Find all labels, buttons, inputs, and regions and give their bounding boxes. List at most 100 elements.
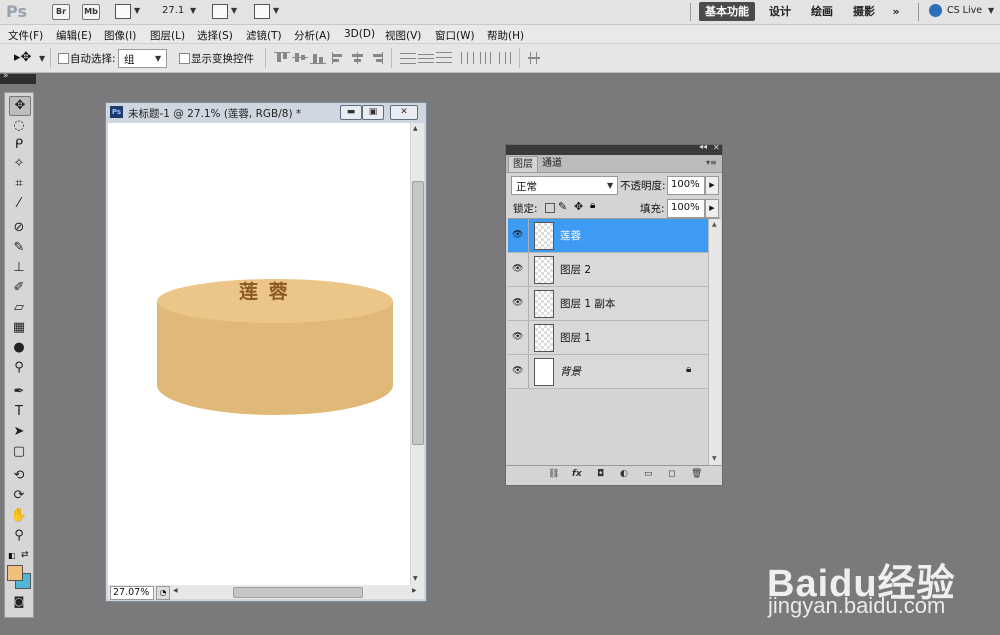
maximize-icon[interactable]: ▣ bbox=[362, 105, 384, 120]
zoom-level[interactable]: 27.1 bbox=[162, 5, 184, 16]
align-bottom-icon[interactable] bbox=[310, 52, 326, 64]
move-tool-icon[interactable]: ✥ bbox=[9, 96, 31, 116]
zoom-dropdown-icon[interactable]: ▼ bbox=[190, 6, 196, 15]
menu-view[interactable]: 视图(V) bbox=[385, 28, 421, 43]
new-group-icon[interactable]: ▭ bbox=[644, 469, 653, 479]
scroll-down-icon[interactable]: ▼ bbox=[413, 575, 418, 582]
toolbox-header[interactable]: » bbox=[0, 71, 36, 84]
lock-all-icon[interactable]: 🔒︎ bbox=[590, 200, 595, 211]
auto-select-checkbox[interactable] bbox=[58, 53, 69, 64]
zoom-tool-icon[interactable]: ⚲ bbox=[9, 527, 29, 545]
crop-tool-icon[interactable]: ⌗ bbox=[9, 175, 29, 193]
scroll-down-icon[interactable]: ▼ bbox=[712, 455, 717, 462]
distribute-right-icon[interactable] bbox=[496, 52, 512, 64]
lock-transparency-icon[interactable] bbox=[545, 203, 555, 213]
marquee-tool-icon[interactable]: ◌ bbox=[9, 117, 29, 135]
swap-colors-icon[interactable]: ⇄ bbox=[21, 550, 29, 560]
brush-tool-icon[interactable]: ✎ bbox=[9, 239, 29, 257]
adjustment-layer-icon[interactable]: ◐ bbox=[620, 469, 628, 479]
new-layer-icon[interactable]: ◻ bbox=[668, 469, 675, 479]
foreground-color-swatch[interactable] bbox=[7, 565, 23, 581]
eraser-tool-icon[interactable]: ▱ bbox=[9, 299, 29, 317]
cs-live-dropdown-icon[interactable]: ▼ bbox=[988, 6, 994, 15]
collapse-panel-icon[interactable]: ◂◂ bbox=[699, 142, 707, 151]
menu-filter[interactable]: 滤镜(T) bbox=[246, 28, 282, 43]
align-horizontal-center-icon[interactable] bbox=[350, 52, 366, 64]
menu-edit[interactable]: 编辑(E) bbox=[56, 28, 92, 43]
tool-preset-dropdown-icon[interactable]: ▼ bbox=[39, 54, 45, 63]
lasso-tool-icon[interactable]: ᑭ bbox=[9, 136, 29, 154]
eyedropper-tool-icon[interactable]: ⁄ bbox=[9, 195, 29, 213]
close-panel-icon[interactable]: ✕ bbox=[713, 143, 720, 152]
blend-mode-dropdown[interactable]: 正常 ▼ bbox=[511, 176, 618, 195]
workspace-essentials[interactable]: 基本功能 bbox=[699, 2, 755, 21]
default-colors-icon[interactable]: ◧ bbox=[8, 551, 16, 560]
align-vertical-center-icon[interactable] bbox=[292, 52, 308, 64]
vertical-scrollbar[interactable]: ▲ ▼ bbox=[411, 123, 424, 585]
menu-window[interactable]: 窗口(W) bbox=[435, 28, 475, 43]
document-canvas[interactable]: 莲 蓉 bbox=[108, 123, 410, 585]
dodge-tool-icon[interactable]: ⚲ bbox=[9, 359, 29, 377]
scroll-up-icon[interactable]: ▲ bbox=[413, 125, 418, 132]
opacity-slider-icon[interactable]: ▶ bbox=[705, 176, 719, 195]
menu-image[interactable]: 图像(I) bbox=[104, 28, 136, 43]
menu-analysis[interactable]: 分析(A) bbox=[294, 28, 330, 43]
auto-select-dropdown[interactable]: 组 ▼ bbox=[118, 49, 167, 68]
gradient-tool-icon[interactable]: ▦ bbox=[9, 319, 29, 337]
visibility-toggle[interactable]: 👁︎ bbox=[508, 219, 529, 252]
layers-scrollbar[interactable]: ▲ ▼ bbox=[708, 219, 721, 465]
quick-mask-icon[interactable]: ◙ bbox=[9, 593, 29, 611]
scroll-left-icon[interactable]: ◀ bbox=[173, 587, 178, 594]
fill-slider-icon[interactable]: ▶ bbox=[705, 199, 719, 218]
path-selection-tool-icon[interactable]: ➤ bbox=[9, 423, 29, 441]
align-left-icon[interactable] bbox=[332, 52, 348, 64]
vertical-scroll-thumb[interactable] bbox=[412, 181, 424, 445]
scroll-right-icon[interactable]: ▶ bbox=[412, 587, 417, 594]
visibility-toggle[interactable]: 👁︎ bbox=[508, 253, 529, 286]
panel-menu-icon[interactable]: ▾≡ bbox=[706, 158, 717, 167]
distribute-left-icon[interactable] bbox=[460, 52, 476, 64]
tab-layers[interactable]: 图层 bbox=[508, 156, 538, 172]
show-transform-checkbox[interactable] bbox=[179, 53, 190, 64]
status-menu-icon[interactable]: ◔ bbox=[156, 586, 170, 600]
minibridge-button[interactable]: Mb bbox=[82, 4, 100, 20]
blur-tool-icon[interactable]: ● bbox=[9, 339, 29, 357]
workspace-painting[interactable]: 绘画 bbox=[808, 2, 836, 21]
history-brush-tool-icon[interactable]: ✐ bbox=[9, 279, 29, 297]
3d-orbit-tool-icon[interactable]: ⟳ bbox=[9, 487, 29, 505]
menu-layer[interactable]: 图层(L) bbox=[150, 28, 185, 43]
panel-header[interactable]: ◂◂ ✕ bbox=[506, 142, 722, 155]
delete-layer-icon[interactable]: 🗑︎ bbox=[691, 469, 702, 479]
screen-mode-dropdown-icon[interactable]: ▼ bbox=[273, 6, 279, 15]
healing-brush-tool-icon[interactable]: ⊘ bbox=[9, 219, 29, 237]
arrange-documents-icon[interactable] bbox=[212, 4, 228, 19]
move-tool-preset-icon[interactable]: ▸✥ bbox=[14, 50, 31, 65]
auto-align-layers-icon[interactable] bbox=[528, 52, 544, 64]
3d-rotate-tool-icon[interactable]: ⟲ bbox=[9, 467, 29, 485]
menu-select[interactable]: 选择(S) bbox=[197, 28, 233, 43]
horizontal-scroll-thumb[interactable] bbox=[233, 587, 363, 598]
arrange-dropdown-icon[interactable]: ▼ bbox=[231, 6, 237, 15]
distribute-vertical-center-icon[interactable] bbox=[418, 52, 434, 64]
menu-3d[interactable]: 3D(D) bbox=[344, 28, 375, 40]
cs-live-button[interactable]: CS Live bbox=[947, 5, 982, 16]
close-icon[interactable]: ✕ bbox=[390, 105, 418, 120]
menu-help[interactable]: 帮助(H) bbox=[487, 28, 524, 43]
align-right-icon[interactable] bbox=[368, 52, 384, 64]
zoom-status-field[interactable]: 27.07% bbox=[110, 586, 154, 600]
layer-row-layer-1-copy[interactable]: 👁︎ 图层 1 副本 bbox=[508, 287, 708, 321]
view-extras-icon[interactable] bbox=[115, 4, 131, 19]
lock-pixels-icon[interactable]: ✎ bbox=[558, 200, 567, 213]
visibility-toggle[interactable]: 👁︎ bbox=[508, 355, 529, 388]
fill-input[interactable]: 100% bbox=[667, 199, 705, 218]
distribute-bottom-icon[interactable] bbox=[436, 52, 452, 64]
workspace-design[interactable]: 设计 bbox=[766, 2, 794, 21]
layer-style-icon[interactable]: fx bbox=[572, 469, 582, 479]
layer-row-layer-2[interactable]: 👁︎ 图层 2 bbox=[508, 253, 708, 287]
layer-row-layer-1[interactable]: 👁︎ 图层 1 bbox=[508, 321, 708, 355]
link-layers-icon[interactable]: ⛓ bbox=[548, 469, 559, 479]
pen-tool-icon[interactable]: ✒ bbox=[9, 383, 29, 401]
lock-position-icon[interactable]: ✥ bbox=[574, 200, 583, 213]
rectangle-tool-icon[interactable]: ▢ bbox=[9, 443, 29, 461]
opacity-input[interactable]: 100% bbox=[667, 176, 705, 195]
